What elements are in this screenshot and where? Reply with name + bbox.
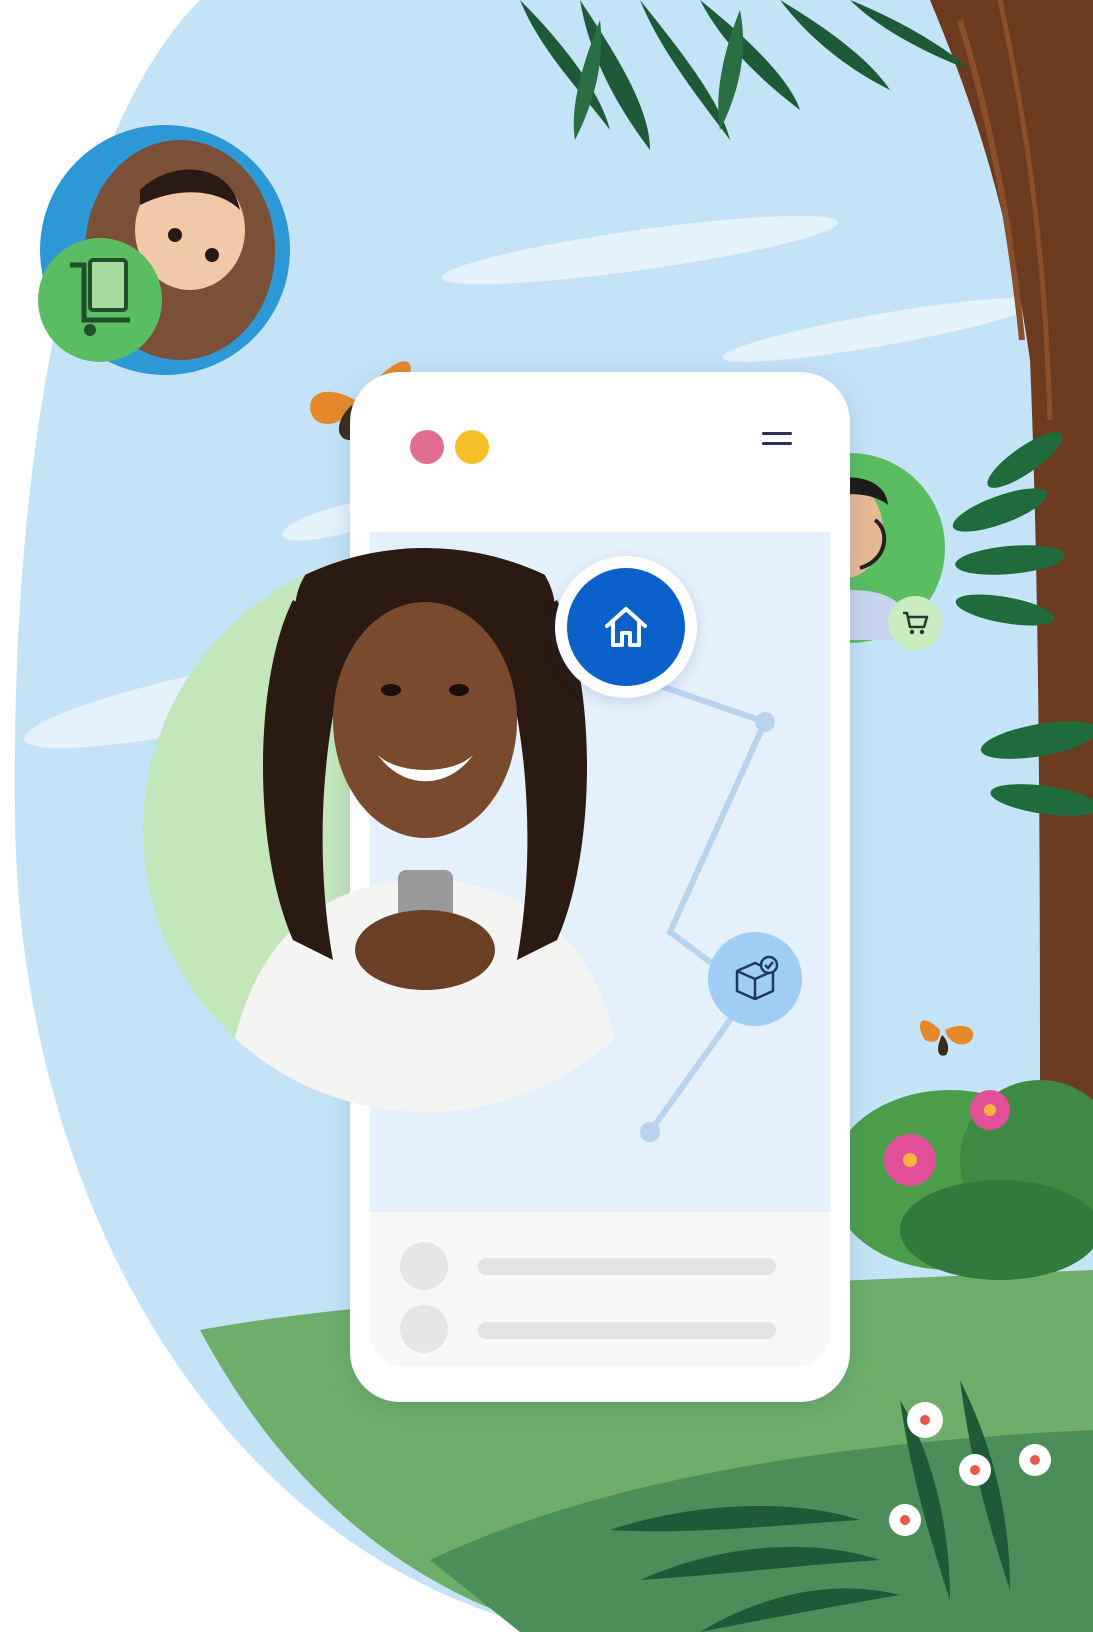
home-icon <box>605 607 647 647</box>
phone-list-area <box>370 1212 830 1367</box>
package-check-icon <box>735 955 779 1001</box>
cart-badge[interactable] <box>888 596 942 650</box>
shopping-cart-icon <box>903 611 929 635</box>
mascot-avatar <box>38 125 290 375</box>
window-dot-pink <box>410 430 444 464</box>
list-item-avatar <box>400 1242 448 1290</box>
delivery-status-button[interactable] <box>708 932 802 1026</box>
list-item-bar <box>478 1258 776 1275</box>
list-item-avatar <box>400 1305 448 1353</box>
home-button[interactable] <box>555 556 697 698</box>
list-item-bar <box>478 1322 776 1339</box>
window-dot-yellow <box>455 430 489 464</box>
hamburger-menu-icon[interactable] <box>760 428 794 452</box>
home-button-inner <box>567 568 685 686</box>
